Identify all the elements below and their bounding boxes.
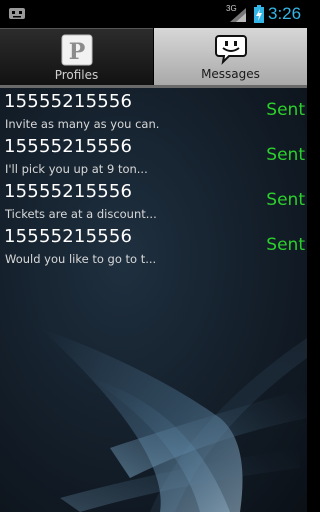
- messages-content: 15555215556 Invite as many as you can. S…: [0, 88, 307, 512]
- tab-bar: P Profiles Messages: [0, 28, 307, 88]
- tab-messages-label: Messages: [201, 67, 260, 81]
- message-status: Sent: [266, 145, 305, 165]
- battery-charging-icon: [254, 5, 264, 23]
- tab-profiles-label: Profiles: [54, 68, 99, 82]
- message-item[interactable]: 15555215556 I'll pick you up at 9 ton...…: [0, 133, 307, 178]
- svg-text:P: P: [68, 39, 85, 65]
- message-status: Sent: [266, 100, 305, 120]
- message-item[interactable]: 15555215556 Would you like to go to t...…: [0, 223, 307, 268]
- status-clock: 3:26: [268, 4, 302, 23]
- message-preview: I'll pick you up at 9 ton...: [5, 162, 148, 176]
- message-status: Sent: [266, 235, 305, 255]
- status-bar: 3G 3:26: [0, 0, 307, 28]
- message-number: 15555215556: [4, 136, 133, 157]
- message-status: Sent: [266, 190, 305, 210]
- message-number: 15555215556: [4, 91, 133, 112]
- message-item[interactable]: 15555215556 Invite as many as you can. S…: [0, 88, 307, 133]
- android-notification-icon: [9, 8, 25, 19]
- message-preview: Would you like to go to t...: [5, 252, 157, 266]
- message-list: 15555215556 Invite as many as you can. S…: [0, 88, 307, 268]
- tab-profiles[interactable]: P Profiles: [0, 28, 153, 85]
- profiles-p-icon: P: [61, 34, 92, 66]
- speech-bubble-smiley-icon: [214, 35, 247, 65]
- message-number: 15555215556: [4, 181, 133, 202]
- message-preview: Tickets are at a discount...: [5, 207, 157, 221]
- message-item[interactable]: 15555215556 Tickets are at a discount...…: [0, 178, 307, 223]
- message-preview: Invite as many as you can.: [5, 117, 160, 131]
- signal-strength-icon: [230, 8, 246, 22]
- tab-messages[interactable]: Messages: [154, 28, 307, 85]
- message-number: 15555215556: [4, 226, 133, 247]
